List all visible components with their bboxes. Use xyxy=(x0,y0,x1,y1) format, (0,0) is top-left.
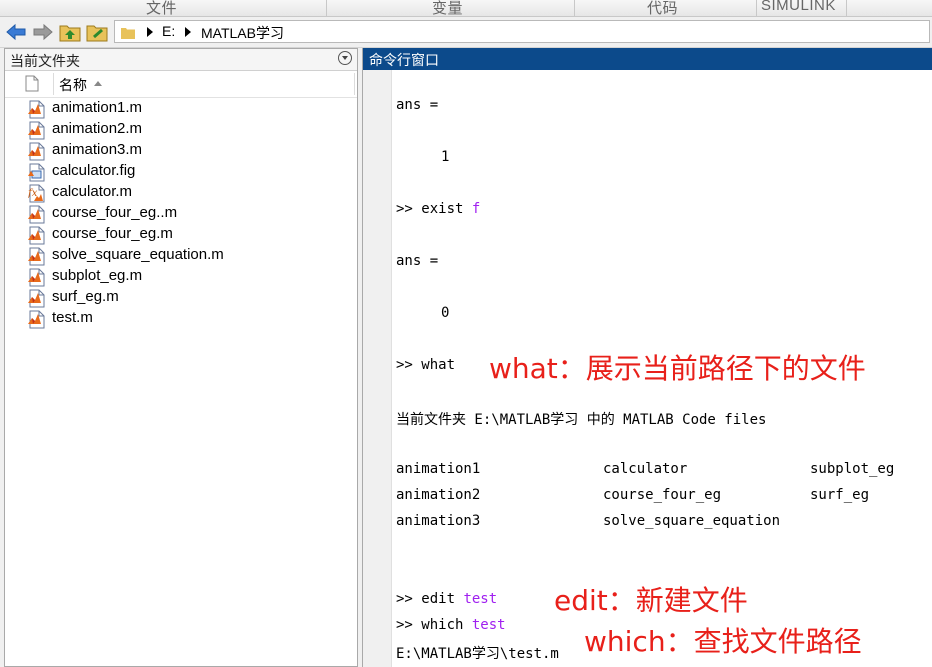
file-list-item[interactable]: course_four_eg..m xyxy=(5,203,345,224)
ribbon-separator xyxy=(326,0,327,16)
file-name: course_four_eg.m xyxy=(52,225,173,242)
file-name: subplot_eg.m xyxy=(52,267,143,284)
column-divider[interactable] xyxy=(53,73,54,95)
ribbon-tab-variable[interactable]: 变量 xyxy=(432,0,463,18)
sort-ascending-icon xyxy=(94,81,102,86)
ans-label: ans = xyxy=(396,253,439,269)
file-list-header: 名称 xyxy=(5,71,357,98)
address-toolbar: E: MATLAB学习 xyxy=(0,17,932,48)
file-list-item[interactable]: subplot_eg.m xyxy=(5,266,345,287)
file-list-item[interactable]: calculator.fig xyxy=(5,161,345,182)
what-file-entry: course_four_eg xyxy=(603,487,722,503)
command-line: >> edit test xyxy=(396,591,497,607)
ans-value: 1 xyxy=(441,149,450,165)
path-breadcrumb[interactable]: E: MATLAB学习 xyxy=(114,20,930,43)
current-folder-title: 当前文件夹 xyxy=(10,53,80,69)
file-name: surf_eg.m xyxy=(52,288,119,305)
what-file-entry: calculator xyxy=(603,461,688,477)
command-text: >> edit xyxy=(396,591,456,607)
command-argument: f xyxy=(471,201,481,217)
command-window-title: 命令行窗口 xyxy=(369,52,439,68)
panel-actions-menu-icon[interactable] xyxy=(338,51,352,65)
command-text: >> exist xyxy=(396,201,464,217)
file-type-column-icon[interactable] xyxy=(25,75,39,97)
what-file-entry: surf_eg xyxy=(810,487,870,503)
breadcrumb-folder[interactable]: MATLAB学习 xyxy=(201,23,284,43)
current-folder-titlebar: 当前文件夹 xyxy=(5,49,357,71)
command-line: >> exist f xyxy=(396,201,480,217)
what-file-entry: animation2 xyxy=(396,487,481,503)
command-window[interactable]: 命令行窗口 ans = 1 >> exist f ans = 0 >> what… xyxy=(362,48,932,667)
ribbon-tab-file[interactable]: 文件 xyxy=(146,0,177,18)
file-name: calculator.m xyxy=(52,183,133,200)
file-list: animation1.m animation2.m animation3.m calc… xyxy=(5,98,345,329)
file-list-item[interactable]: surf_eg.m xyxy=(5,287,345,308)
file-name: solve_square_equation.m xyxy=(52,246,224,263)
annotation-which: which：查找文件路径 xyxy=(584,625,862,658)
file-name: test.m xyxy=(52,309,93,326)
file-name: course_four_eg..m xyxy=(52,204,178,221)
breadcrumb-arrow-icon[interactable] xyxy=(147,27,153,37)
command-text: >> which xyxy=(396,617,464,633)
file-list-item[interactable]: animation3.m xyxy=(5,140,345,161)
file-list-item[interactable]: course_four_eg.m xyxy=(5,224,345,245)
column-divider[interactable] xyxy=(354,73,355,95)
file-name: animation2.m xyxy=(52,120,143,137)
annotation-what: what：展示当前路径下的文件 xyxy=(489,352,866,385)
file-name: animation1.m xyxy=(52,99,143,116)
command-argument: test xyxy=(463,591,498,607)
command-window-titlebar: 命令行窗口 xyxy=(363,48,932,70)
ribbon-tab-code[interactable]: 代码 xyxy=(647,0,678,18)
column-header-name[interactable]: 名称 xyxy=(59,75,87,95)
annotation-edit: edit：新建文件 xyxy=(554,584,748,617)
ribbon-tabs: 文件 变量 代码 SIMULINK xyxy=(0,0,932,17)
file-list-item[interactable]: test.m xyxy=(5,308,345,329)
what-output-header: 当前文件夹 E:\MATLAB学习 中的 MATLAB Code files xyxy=(396,412,767,428)
back-arrow-icon[interactable] xyxy=(6,23,26,46)
file-list-item[interactable]: solve_square_equation.m xyxy=(5,245,345,266)
matlab-script-file-icon xyxy=(28,310,46,334)
what-file-entry: animation3 xyxy=(396,513,481,529)
folder-icon xyxy=(121,26,135,44)
command-line: >> which test xyxy=(396,617,506,633)
what-file-entry: solve_square_equation xyxy=(603,513,781,529)
ribbon-separator xyxy=(846,0,847,16)
breadcrumb-arrow-icon[interactable] xyxy=(185,27,191,37)
file-list-item[interactable]: fx calculator.m xyxy=(5,182,345,203)
file-list-item[interactable]: animation1.m xyxy=(5,98,345,119)
file-name: animation3.m xyxy=(52,141,143,158)
browse-folder-icon[interactable] xyxy=(86,22,108,47)
ans-value: 0 xyxy=(441,305,450,321)
which-output: E:\MATLAB学习\test.m xyxy=(396,646,559,662)
current-folder-panel: 当前文件夹 名称 animation1.m animation2.m animati… xyxy=(4,48,358,667)
command-window-gutter xyxy=(363,70,392,667)
breadcrumb-drive[interactable]: E: xyxy=(162,23,175,39)
ribbon-tab-simulink[interactable]: SIMULINK xyxy=(761,0,836,14)
ribbon-separator xyxy=(574,0,575,16)
forward-arrow-icon[interactable] xyxy=(33,23,53,46)
what-file-entry: subplot_eg xyxy=(810,461,895,477)
command-line: >> what xyxy=(396,357,456,373)
what-file-entry: animation1 xyxy=(396,461,481,477)
command-argument: test xyxy=(471,617,506,633)
file-list-item[interactable]: animation2.m xyxy=(5,119,345,140)
ribbon-separator xyxy=(756,0,757,16)
up-folder-icon[interactable] xyxy=(59,22,81,47)
file-name: calculator.fig xyxy=(52,162,136,179)
ans-label: ans = xyxy=(396,97,439,113)
